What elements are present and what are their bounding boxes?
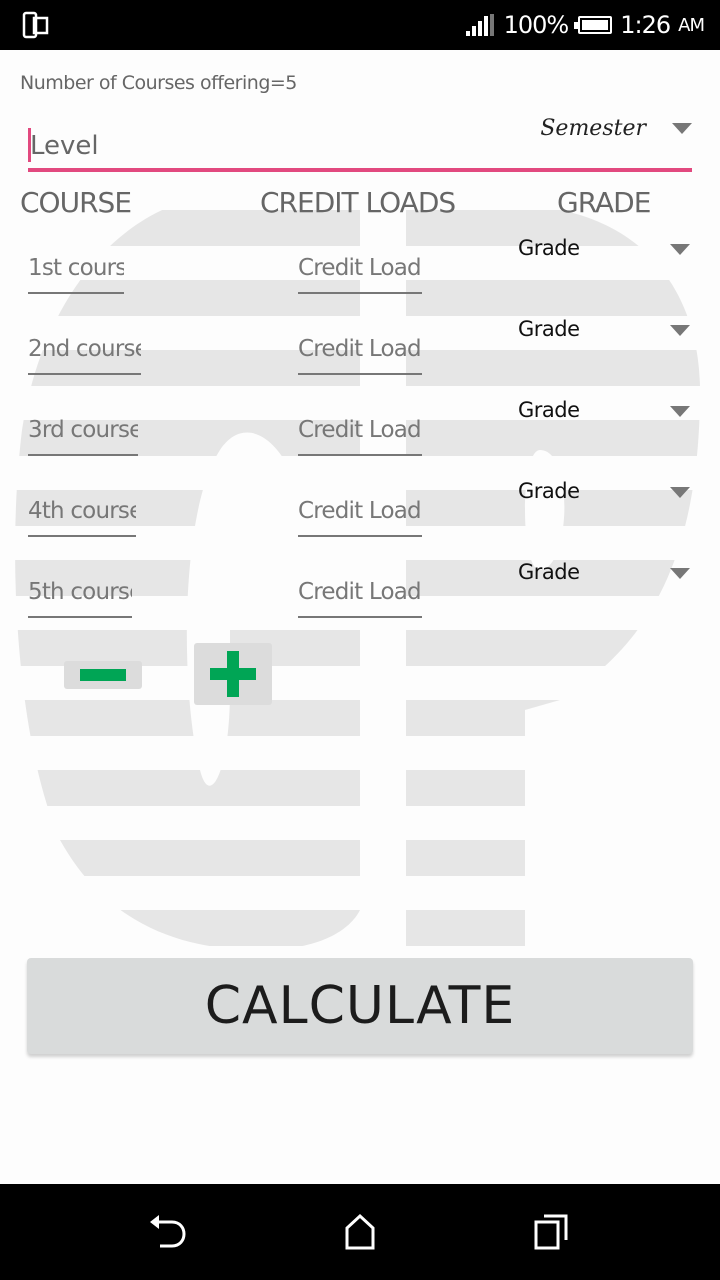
course-input[interactable] [28, 329, 141, 369]
credit-load-field[interactable] [298, 329, 422, 375]
dropdown-arrow-icon [672, 122, 692, 134]
app-content: Number of Courses offering=5 Semester CO… [0, 50, 720, 1184]
battery-icon [574, 16, 613, 34]
course-input[interactable] [28, 491, 136, 531]
grade-select-value: Grade [518, 479, 580, 503]
semester-select[interactable]: Semester [540, 112, 692, 144]
signal-icon [465, 14, 494, 36]
credit-load-field[interactable] [298, 248, 422, 294]
minus-icon [80, 669, 126, 681]
dropdown-arrow-icon [670, 325, 690, 336]
status-right: 100% 1:26 AM [465, 8, 705, 42]
level-input[interactable] [28, 126, 528, 166]
grade-select-value: Grade [518, 236, 580, 260]
course-field[interactable] [28, 410, 138, 456]
navigation-bar [0, 1184, 720, 1280]
course-field[interactable] [28, 329, 141, 375]
dual-screen-icon [22, 11, 49, 39]
dropdown-arrow-icon [670, 244, 690, 255]
calculate-button[interactable]: CALCULATE [27, 958, 693, 1054]
course-count-label: Number of Courses offering=5 [20, 72, 297, 94]
credit-load-input[interactable] [298, 572, 422, 612]
credit-load-field[interactable] [298, 572, 422, 618]
dropdown-arrow-icon [670, 406, 690, 417]
recent-apps-icon[interactable] [530, 1210, 574, 1254]
grade-select[interactable]: Grade [518, 558, 692, 592]
text-cursor [28, 128, 31, 162]
course-row: Grade [0, 558, 720, 639]
battery-percent: 100% [503, 11, 570, 39]
grade-select[interactable]: Grade [518, 477, 692, 511]
course-row: Grade [0, 396, 720, 477]
grade-select[interactable]: Grade [518, 234, 692, 268]
credit-load-field[interactable] [298, 491, 422, 537]
grade-select-value: Grade [518, 398, 580, 422]
status-bar: 100% 1:26 AM [0, 0, 720, 50]
course-field[interactable] [28, 248, 124, 294]
course-field[interactable] [28, 491, 136, 537]
grade-select-value: Grade [518, 317, 580, 341]
credit-load-input[interactable] [298, 410, 422, 450]
clock-time: 1:26 [620, 11, 671, 39]
grade-select-value: Grade [518, 560, 580, 584]
back-icon[interactable] [146, 1210, 190, 1254]
course-input[interactable] [28, 572, 132, 612]
credit-load-input[interactable] [298, 329, 422, 369]
course-row: Grade [0, 315, 720, 396]
clock-ampm: AM [678, 14, 705, 36]
home-icon[interactable] [338, 1210, 382, 1254]
dropdown-arrow-icon [670, 568, 690, 579]
credit-load-input[interactable] [298, 491, 422, 531]
column-header-course: COURSE [20, 186, 132, 219]
course-input[interactable] [28, 410, 138, 450]
course-field[interactable] [28, 572, 132, 618]
column-header-credit-loads: CREDIT LOADS [260, 186, 456, 219]
course-row: Grade [0, 234, 720, 315]
grade-select[interactable]: Grade [518, 396, 692, 430]
dropdown-arrow-icon [670, 487, 690, 498]
semester-select-value: Semester [540, 115, 646, 141]
credit-load-field[interactable] [298, 410, 422, 456]
column-header-grade: GRADE [557, 186, 651, 219]
course-row: Grade [0, 477, 720, 558]
add-course-button[interactable] [194, 643, 272, 705]
plus-icon-vertical [227, 651, 239, 697]
course-input[interactable] [28, 248, 124, 288]
grade-select[interactable]: Grade [518, 315, 692, 349]
remove-course-button[interactable] [64, 661, 142, 689]
credit-load-input[interactable] [298, 248, 422, 288]
